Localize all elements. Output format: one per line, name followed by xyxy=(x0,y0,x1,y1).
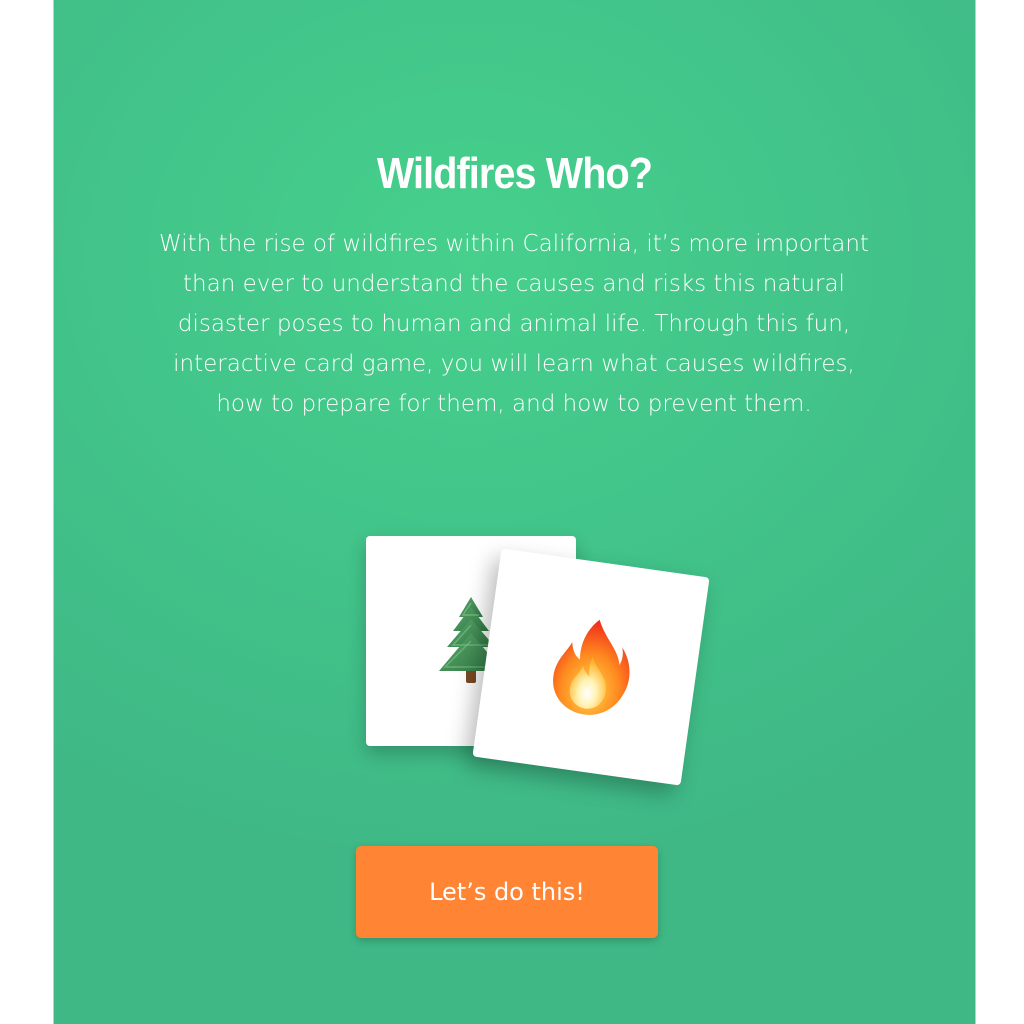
intro-description: With the rise of wildfires within Califo… xyxy=(159,231,869,417)
fire-card xyxy=(472,548,710,786)
start-game-button[interactable]: Let’s do this! xyxy=(356,846,658,938)
game-intro-screen: Wildfires Who? With the rise of wildfire… xyxy=(53,0,976,1024)
page-title: Wildfires Who? xyxy=(376,149,653,198)
fire-icon xyxy=(553,619,630,715)
